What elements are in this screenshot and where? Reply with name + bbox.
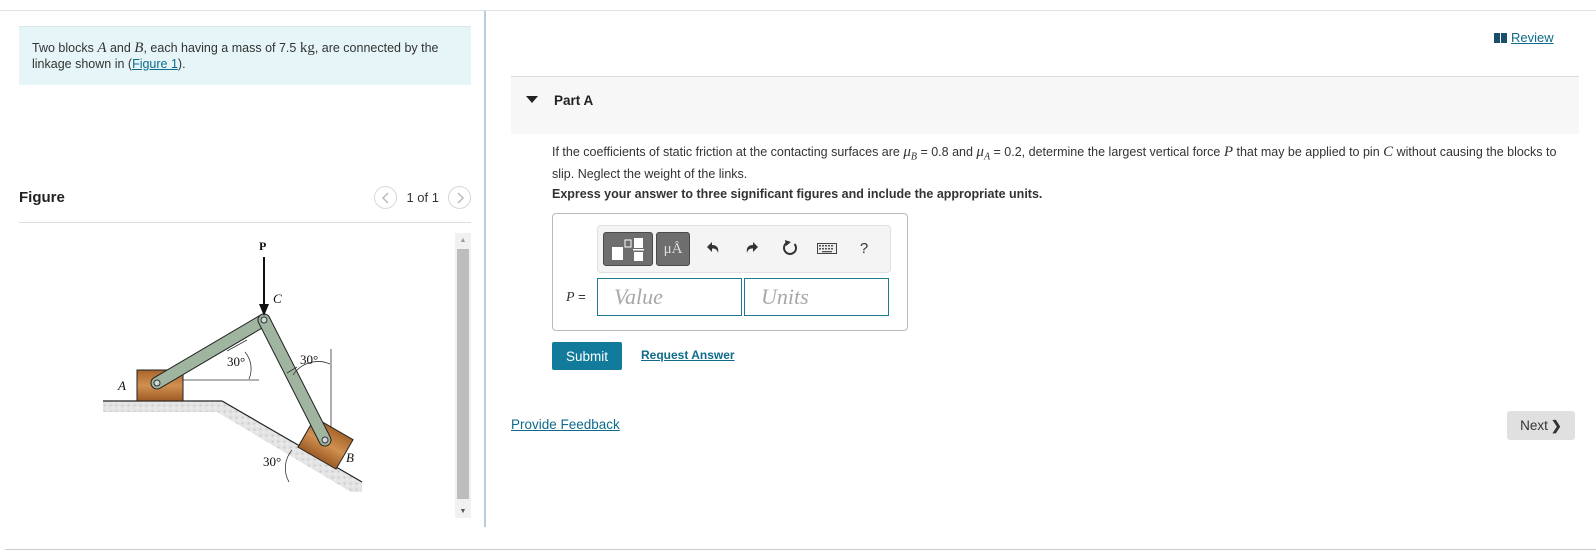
figure-title: Figure: [19, 189, 65, 206]
chevron-left-icon: [381, 191, 389, 204]
templates-icon: [612, 238, 644, 261]
math-toolbar: μÅ ?: [597, 225, 891, 273]
figure-link[interactable]: Figure 1: [132, 57, 178, 71]
instruction-text: Express your answer to three significant…: [552, 187, 1043, 201]
provide-feedback-link[interactable]: Provide Feedback: [511, 417, 620, 432]
request-answer-link[interactable]: Request Answer: [641, 348, 735, 362]
units-button[interactable]: μÅ: [656, 232, 690, 266]
units-input[interactable]: [744, 278, 889, 316]
keyboard-icon[interactable]: [816, 236, 838, 260]
reset-icon[interactable]: [780, 236, 800, 260]
part-a-header[interactable]: Part A: [511, 76, 1579, 134]
linkage-diagram: P C A B 30° 30° 30°: [103, 239, 363, 492]
templates-button[interactable]: [603, 232, 653, 266]
figure-header: Figure 1 of 1: [19, 185, 471, 223]
next-button[interactable]: Next ❯: [1507, 411, 1575, 440]
pin-a: [153, 379, 161, 387]
angle-arc-ac: [244, 351, 252, 380]
pane-divider[interactable]: [484, 11, 486, 527]
undo-icon[interactable]: [704, 236, 722, 260]
redo-icon[interactable]: [743, 236, 761, 260]
next-label: Next: [1520, 418, 1548, 433]
review-link[interactable]: Review: [1494, 30, 1554, 45]
part-title: Part A: [554, 93, 594, 108]
caret-down-icon[interactable]: [526, 96, 538, 103]
help-button[interactable]: ?: [856, 236, 872, 260]
question-text: If the coefficients of static friction a…: [552, 144, 1557, 181]
figure-image: P C A B 30° 30° 30°: [19, 224, 459, 514]
pin-b: [321, 436, 329, 444]
book-icon: [1494, 32, 1507, 43]
answer-label: P =: [566, 289, 586, 305]
chevron-right-icon: [456, 191, 464, 204]
label-p: P: [259, 239, 266, 253]
label-angle-bc: 30°: [300, 352, 318, 367]
chevron-right-icon: ❯: [1550, 417, 1562, 433]
review-label: Review: [1511, 30, 1554, 45]
prev-figure-button[interactable]: [374, 186, 398, 209]
label-angle-ac: 30°: [227, 354, 245, 369]
scroll-down-arrow-icon[interactable]: ▼: [455, 504, 471, 518]
answer-box: μÅ ? P =: [552, 213, 908, 331]
value-input[interactable]: [597, 278, 742, 316]
next-figure-button[interactable]: [448, 186, 471, 209]
figure-counter: 1 of 1: [406, 190, 439, 205]
unit-kg: kg: [299, 40, 315, 56]
figure-nav: 1 of 1: [374, 186, 471, 209]
bottom-rule: [5, 549, 1596, 550]
problem-statement: Two blocks A and B, each having a mass o…: [19, 26, 471, 85]
scroll-up-arrow-icon[interactable]: ▲: [455, 233, 471, 247]
figure-scrollbar[interactable]: ▲ ▼: [455, 233, 471, 518]
submit-button[interactable]: Submit: [552, 342, 622, 370]
label-b: B: [346, 450, 354, 465]
pin-c: [260, 316, 268, 324]
force-arrowhead: [259, 304, 269, 316]
label-a: A: [117, 378, 126, 393]
label-angle-incline: 30°: [263, 454, 281, 469]
scroll-thumb[interactable]: [457, 249, 469, 499]
label-c: C: [273, 291, 282, 306]
